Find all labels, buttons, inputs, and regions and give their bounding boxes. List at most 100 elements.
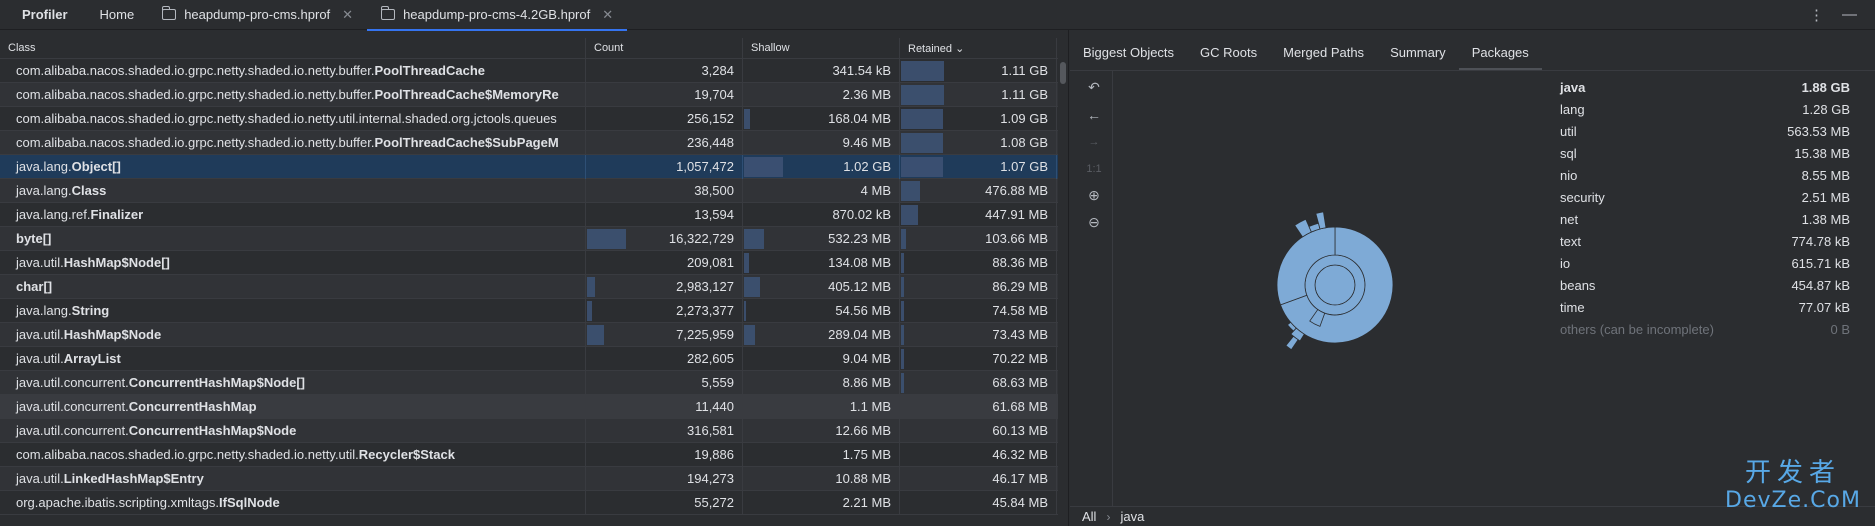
retained-size-cell: 103.66 MB — [900, 227, 1057, 251]
package-row[interactable]: nio 8.55 MB — [1560, 165, 1850, 187]
count-cell: 282,605 — [586, 347, 743, 371]
class-name-cell: char[] — [0, 275, 586, 299]
retained-size-cell: 1.11 GB — [900, 83, 1057, 107]
shallow-size-cell: 54.56 MB — [743, 299, 900, 323]
package-row[interactable]: lang 1.28 GB — [1560, 99, 1850, 121]
breadcrumb-item-java[interactable]: java — [1120, 509, 1144, 524]
package-name: text — [1560, 234, 1581, 249]
package-row[interactable]: sql 15.38 MB — [1560, 143, 1850, 165]
tab-heapdump-pro-cms-4-2gb[interactable]: heapdump-pro-cms-4.2GB.hprof ✕ — [367, 0, 628, 31]
retained-size-cell-value: 73.43 MB — [992, 327, 1048, 342]
table-row[interactable]: java.util.ArrayList 282,605 9.04 MB 70.22 M… — [0, 347, 1058, 371]
class-name-cell: java.util.ArrayList — [0, 347, 586, 371]
table-row[interactable]: org.apache.ibatis.scripting.xmltags.IfSq… — [0, 491, 1058, 515]
retained-size-cell-value: 476.88 MB — [985, 183, 1048, 198]
table-row[interactable]: java.lang.ref.Finalizer 13,594 870.02 kB 44… — [0, 203, 1058, 227]
package-row[interactable]: text 774.78 kB — [1560, 231, 1850, 253]
package-row[interactable]: beans 454.87 kB — [1560, 275, 1850, 297]
back-icon[interactable]: ← — [1084, 105, 1104, 124]
shallow-size-cell: 134.08 MB — [743, 251, 900, 275]
table-row[interactable]: java.util.HashMap$Node[] 209,081 134.08 MB… — [0, 251, 1058, 275]
class-name-cell: java.lang.String — [0, 299, 586, 323]
panel-divider[interactable] — [1068, 30, 1069, 526]
close-icon[interactable]: ✕ — [602, 7, 613, 23]
zoom-in-icon[interactable]: ⊕ — [1084, 186, 1104, 205]
table-row[interactable]: java.util.concurrent.ConcurrentHashMap 11… — [0, 395, 1058, 419]
size-bar — [901, 85, 945, 105]
table-row[interactable]: java.util.LinkedHashMap$Entry 194,273 10.8… — [0, 467, 1058, 491]
column-header-shallow[interactable]: Shallow — [743, 38, 900, 58]
tab-gc-roots[interactable]: GC Roots — [1187, 37, 1270, 70]
sunburst-outer-segment[interactable] — [1285, 335, 1299, 351]
tab-packages[interactable]: Packages — [1458, 37, 1542, 70]
table-row[interactable]: char[] 2,983,127 405.12 MB 86.29 MB — [0, 275, 1058, 299]
table-row[interactable]: java.lang.Object[] 1,057,472 1.02 GB 1.07 G… — [0, 155, 1058, 179]
table-row[interactable]: byte[] 16,322,729 532.23 MB 103.66 MB — [0, 227, 1058, 251]
toolbar-separator — [1112, 71, 1113, 507]
shallow-size-cell: 10.88 MB — [743, 467, 900, 491]
table-scrollbar[interactable] — [1060, 62, 1066, 84]
table-row[interactable]: java.util.concurrent.ConcurrentHashMap$N… — [0, 371, 1058, 395]
count-cell: 256,152 — [586, 107, 743, 131]
package-name: java — [1560, 80, 1586, 95]
package-row[interactable]: time 77.07 kB — [1560, 297, 1850, 319]
class-simple-name: String — [71, 303, 110, 318]
package-prefix: com.alibaba.nacos.shaded.io.grpc.netty.s… — [16, 63, 375, 78]
class-simple-name: ConcurrentHashMap$Node — [128, 423, 297, 438]
package-sunburst-chart[interactable] — [1255, 205, 1415, 365]
undo-icon[interactable]: ↶ — [1084, 78, 1104, 97]
tab-biggest-objects[interactable]: Biggest Objects — [1070, 37, 1187, 70]
analysis-tabs: Biggest Objects GC Roots Merged Paths Summa… — [1070, 37, 1542, 70]
package-row[interactable]: io 615.71 kB — [1560, 253, 1850, 275]
table-row[interactable]: java.lang.String 2,273,377 54.56 MB 74.58 M… — [0, 299, 1058, 323]
tab-merged-paths[interactable]: Merged Paths — [1270, 37, 1377, 70]
column-header-retained[interactable]: Retained ⌄ — [900, 38, 1057, 58]
class-simple-name: PoolThreadCache$MemoryRe — [374, 87, 559, 102]
zoom-out-icon[interactable]: ⊖ — [1084, 213, 1104, 232]
package-row[interactable]: util 563.53 MB — [1560, 121, 1850, 143]
retained-size-cell: 1.07 GB — [900, 155, 1057, 179]
table-row[interactable]: java.lang.Class 38,500 4 MB 476.88 MB — [0, 179, 1058, 203]
more-options-icon[interactable]: ⋮ — [1809, 6, 1824, 24]
size-bar — [901, 373, 905, 393]
tab-home[interactable]: Home — [86, 0, 149, 30]
shallow-size-cell: 1.02 GB — [743, 155, 900, 179]
package-prefix: java.util.concurrent. — [16, 423, 129, 438]
column-header-class[interactable]: Class — [0, 38, 586, 58]
package-name: sql — [1560, 146, 1577, 161]
package-row[interactable]: others (can be incomplete) 0 B — [1560, 319, 1850, 341]
package-name: security — [1560, 190, 1605, 205]
package-row[interactable]: java 1.88 GB — [1560, 77, 1850, 99]
count-cell: 19,886 — [586, 443, 743, 467]
class-name-cell: org.apache.ibatis.scripting.xmltags.IfSq… — [0, 491, 586, 515]
close-icon[interactable]: ✕ — [342, 7, 353, 23]
tab-summary[interactable]: Summary — [1377, 37, 1459, 70]
size-bar — [901, 61, 945, 81]
column-header-count[interactable]: Count — [586, 38, 743, 58]
size-bar — [901, 181, 920, 201]
watermark-logo: 开发者 DevZe.CoM — [1717, 458, 1869, 518]
retained-size-cell: 447.91 MB — [900, 203, 1057, 227]
retained-size-cell: 86.29 MB — [900, 275, 1057, 299]
tab-heapdump-pro-cms[interactable]: heapdump-pro-cms.hprof ✕ — [148, 0, 367, 30]
shallow-size-cell-value: 12.66 MB — [835, 423, 891, 438]
minimize-icon[interactable]: — — [1842, 6, 1857, 23]
shallow-size-cell-value: 870.02 kB — [832, 207, 891, 222]
class-simple-name: ConcurrentHashMap$Node[] — [128, 375, 305, 390]
table-row[interactable]: com.alibaba.nacos.shaded.io.grpc.netty.s… — [0, 83, 1058, 107]
retained-size-cell-value: 88.36 MB — [992, 255, 1048, 270]
package-prefix: java.util. — [16, 327, 64, 342]
table-row[interactable]: com.alibaba.nacos.shaded.io.grpc.netty.s… — [0, 59, 1058, 83]
table-row[interactable]: com.alibaba.nacos.shaded.io.grpc.netty.s… — [0, 107, 1058, 131]
table-row[interactable]: java.util.concurrent.ConcurrentHashMap$N… — [0, 419, 1058, 443]
package-row[interactable]: net 1.38 MB — [1560, 209, 1850, 231]
class-simple-name: HashMap$Node[] — [63, 255, 170, 270]
table-row[interactable]: com.alibaba.nacos.shaded.io.grpc.netty.s… — [0, 443, 1058, 467]
size-bar — [901, 349, 905, 369]
package-row[interactable]: security 2.51 MB — [1560, 187, 1850, 209]
table-row[interactable]: java.util.HashMap$Node 7,225,959 289.04 MB… — [0, 323, 1058, 347]
breadcrumb-item-all[interactable]: All — [1082, 509, 1096, 524]
retained-size-cell: 1.08 GB — [900, 131, 1057, 155]
count-cell-value: 5,559 — [701, 375, 734, 390]
table-row[interactable]: com.alibaba.nacos.shaded.io.grpc.netty.s… — [0, 131, 1058, 155]
